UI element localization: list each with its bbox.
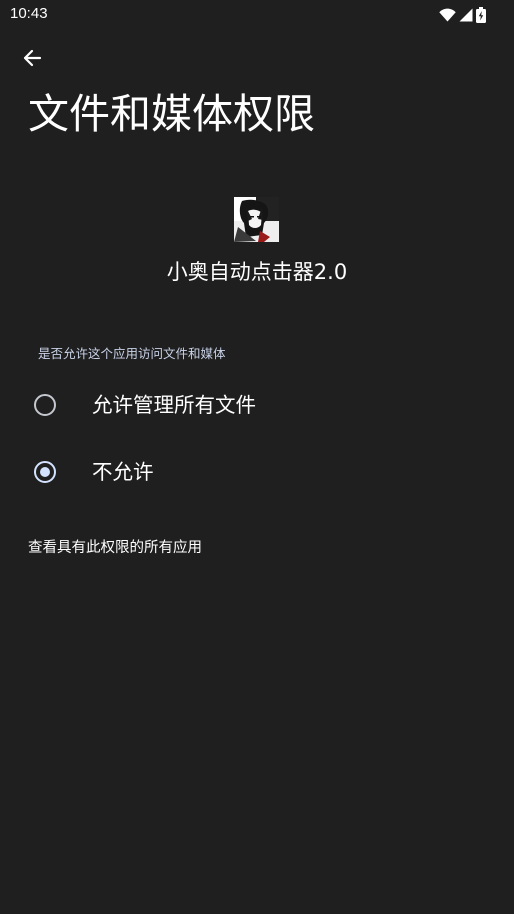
app-avatar-icon xyxy=(234,197,279,242)
page-title: 文件和媒体权限 xyxy=(28,90,315,138)
radio-selected-dot xyxy=(40,467,50,477)
permission-question: 是否允许这个应用访问文件和媒体 xyxy=(38,346,226,361)
status-icons xyxy=(439,7,486,23)
radio-checked-icon[interactable] xyxy=(34,461,56,483)
app-name: 小奥自动点击器2.0 xyxy=(166,260,348,284)
cell-signal-icon xyxy=(459,8,473,22)
wifi-icon xyxy=(439,8,456,22)
radio-label-allow: 允许管理所有文件 xyxy=(92,393,256,417)
status-time: 10:43 xyxy=(10,5,48,22)
radio-unchecked-icon[interactable] xyxy=(34,394,56,416)
status-bar: 10:43 xyxy=(0,0,514,30)
radio-option-allow-all-files[interactable]: 允许管理所有文件 xyxy=(0,375,514,435)
back-button[interactable] xyxy=(12,40,52,80)
view-all-apps-link[interactable]: 查看具有此权限的所有应用 xyxy=(28,538,202,558)
arrow-back-icon xyxy=(22,48,42,72)
radio-label-deny: 不允许 xyxy=(92,460,154,484)
radio-option-deny[interactable]: 不允许 xyxy=(0,442,514,502)
battery-charging-icon xyxy=(476,7,486,23)
